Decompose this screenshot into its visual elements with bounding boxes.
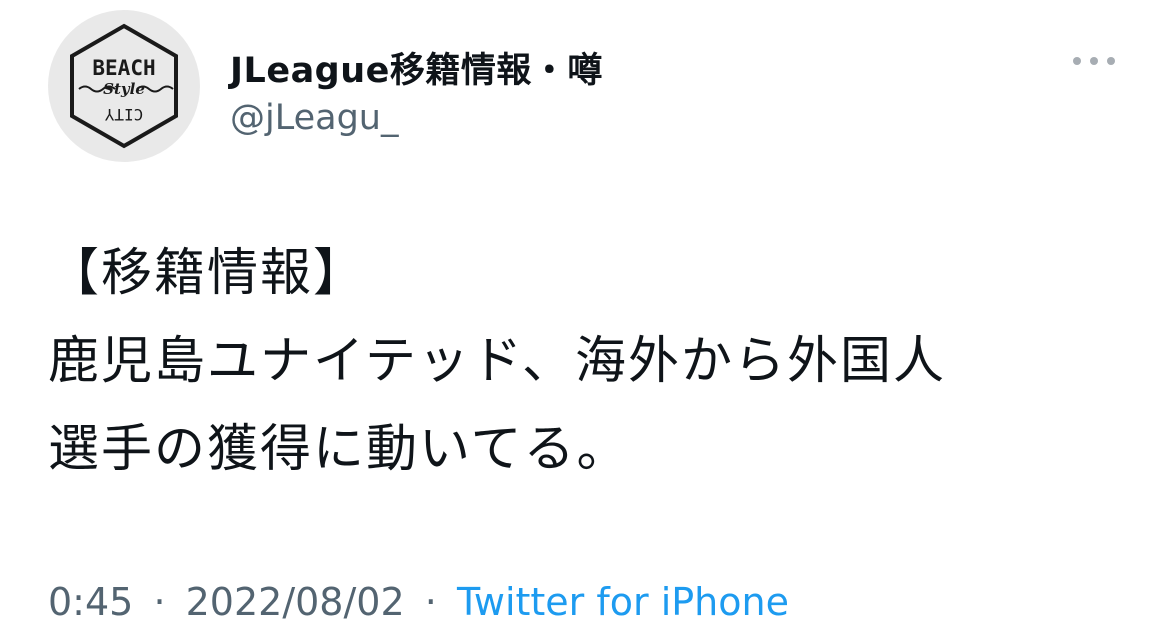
tweet-line: 鹿児島ユナイテッド、海外から外国人 [48,332,946,391]
logo-middle-text: Style [103,80,145,98]
avatar[interactable]: BEACH Style CITY [48,10,200,162]
separator: · [424,580,437,624]
more-options-button[interactable] [1068,46,1120,76]
tweet-metadata: 0:45 · 2022/08/02 · Twitter for iPhone [48,580,789,624]
tweet-time[interactable]: 0:45 [48,580,133,624]
display-name[interactable]: JLeague移籍情報・噂 [230,42,603,93]
tweet-date[interactable]: 2022/08/02 [186,580,405,624]
tweet-source-link[interactable]: Twitter for iPhone [457,580,789,624]
tweet: BEACH Style CITY JLeague移籍情報・噂 @jLeagu_ … [0,0,1170,640]
tweet-line: 【移籍情報】 [48,244,367,303]
logo-bottom-text: CITY [104,105,143,124]
tweet-line: 選手の獲得に動いてる。 [48,420,630,479]
more-horizontal-icon [1073,57,1115,65]
user-handle[interactable]: @jLeagu_ [230,98,399,138]
beach-city-logo: BEACH Style CITY [70,23,178,149]
tweet-text: 【移籍情報】 鹿児島ユナイテッド、海外から外国人 選手の獲得に動いてる。 [48,230,1128,494]
logo-top-text: BEACH [92,56,155,80]
separator: · [153,580,166,624]
